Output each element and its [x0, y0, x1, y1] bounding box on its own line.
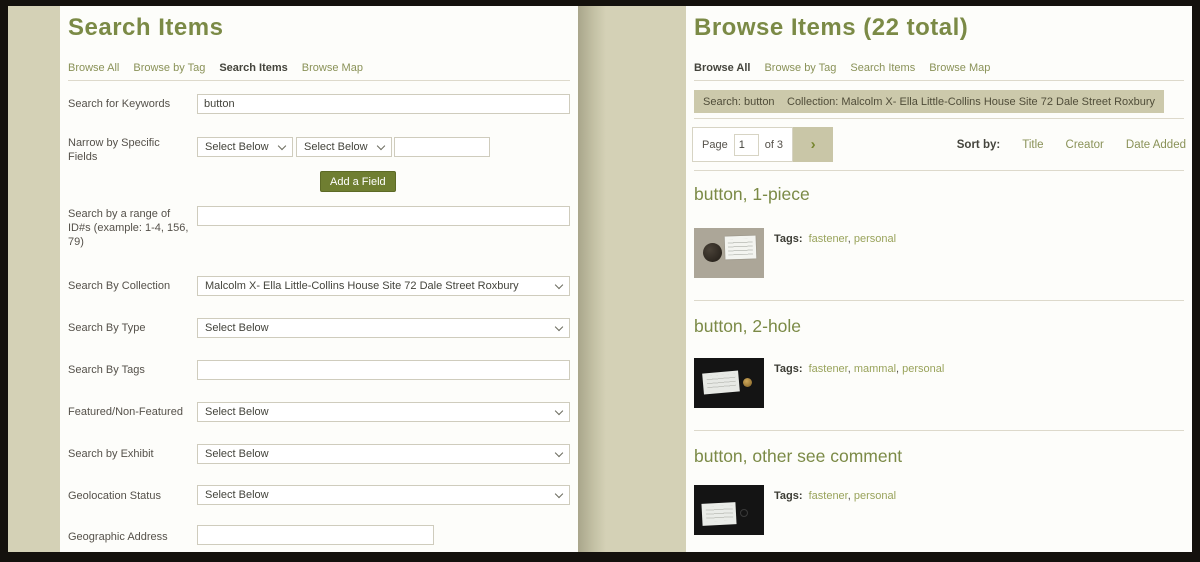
chevron-down-icon [554, 489, 564, 498]
tags-heading: Tags: [774, 233, 803, 245]
items-nav: Browse All Browse by Tag Search Items Br… [694, 62, 990, 74]
nav-browse-map[interactable]: Browse Map [302, 62, 363, 74]
geolocation-label: Geolocation Status [68, 490, 161, 502]
keywords-input[interactable] [197, 94, 570, 114]
search-items-page: Search Items Browse All Browse by Tag Se… [60, 6, 578, 552]
narrow-field-select-value: Select Below [205, 141, 269, 153]
chevron-down-icon [554, 448, 564, 457]
narrow-value-input[interactable] [394, 137, 490, 157]
divider [68, 80, 570, 81]
chevron-down-icon [376, 141, 386, 150]
sort-bar: Sort by: Title Creator Date Added [957, 127, 1186, 162]
item-title-link[interactable]: button, 1-piece [694, 184, 810, 205]
item-thumbnail[interactable] [694, 228, 764, 278]
items-nav: Browse All Browse by Tag Search Items Br… [68, 62, 363, 74]
id-range-label: Search by a range of ID#s (example: 1-4,… [68, 208, 189, 248]
page-title: Browse Items (22 total) [694, 14, 969, 41]
item-thumbnail[interactable] [694, 485, 764, 535]
tag-link[interactable]: mammal [854, 363, 896, 375]
address-input[interactable] [197, 525, 434, 545]
sort-title-link[interactable]: Title [1022, 139, 1043, 151]
featured-select[interactable]: Select Below [197, 402, 570, 422]
exhibit-label: Search by Exhibit [68, 448, 154, 460]
item-title-link[interactable]: button, 2-hole [694, 316, 801, 337]
featured-select-value: Select Below [205, 406, 269, 418]
divider [694, 118, 1184, 119]
add-field-button[interactable]: Add a Field [320, 171, 396, 192]
tags-heading: Tags: [774, 490, 803, 502]
sort-creator-link[interactable]: Creator [1066, 139, 1104, 151]
tag-link[interactable]: personal [854, 490, 896, 502]
divider [694, 80, 1184, 81]
chevron-down-icon [277, 141, 287, 150]
nav-browse-all[interactable]: Browse All [694, 62, 750, 74]
type-select-value: Select Below [205, 322, 269, 334]
id-range-input[interactable] [197, 206, 570, 226]
browser-viewport: Search Items Browse All Browse by Tag Se… [0, 0, 1200, 562]
next-page-button[interactable]: › [793, 127, 834, 162]
exhibit-select-value: Select Below [205, 448, 269, 460]
divider [694, 300, 1184, 301]
page-label: Page [702, 138, 728, 151]
tag-link[interactable]: personal [902, 363, 944, 375]
tag-link[interactable]: fastener [809, 363, 848, 375]
tags-heading: Tags: [774, 363, 803, 375]
nav-browse-by-tag[interactable]: Browse by Tag [764, 62, 836, 74]
geolocation-select-value: Select Below [205, 489, 269, 501]
narrow-fields-label: Narrow by Specific Fields [68, 137, 160, 163]
page-title: Search Items [68, 14, 224, 41]
item-thumbnail[interactable] [694, 358, 764, 408]
address-label: Geographic Address [68, 531, 168, 543]
chevron-down-icon [554, 406, 564, 415]
browse-items-page: Browse Items (22 total) Browse All Brows… [686, 6, 1192, 552]
nav-search-items[interactable]: Search Items [850, 62, 915, 74]
collection-select-value: Malcolm X- Ella Little-Collins House Sit… [205, 280, 519, 292]
button-artifact [703, 243, 722, 262]
tag-link[interactable]: fastener [809, 490, 848, 502]
sort-by-label: Sort by: [956, 138, 1001, 151]
filter-chip-collection: Collection: Malcolm X- Ella Little-Colli… [778, 90, 1165, 113]
tags-label: Search By Tags [68, 364, 145, 376]
type-select[interactable]: Select Below [197, 318, 570, 338]
narrow-condition-select-value: Select Below [304, 141, 368, 153]
pagination: Page of 3 › [692, 127, 834, 162]
collection-label: Search By Collection [68, 280, 171, 292]
tag-link[interactable]: fastener [809, 233, 848, 245]
nav-browse-all[interactable]: Browse All [68, 62, 119, 74]
type-label: Search By Type [68, 322, 146, 334]
divider [694, 170, 1184, 171]
featured-label: Featured/Non-Featured [68, 406, 183, 418]
filter-chip-search: Search: button [694, 90, 784, 113]
chevron-down-icon [554, 280, 564, 289]
nav-search-items[interactable]: Search Items [219, 62, 287, 74]
chevron-down-icon [554, 322, 564, 331]
nav-browse-map[interactable]: Browse Map [929, 62, 990, 74]
page-spine-shadow [578, 6, 606, 552]
narrow-field-select[interactable]: Select Below [197, 137, 293, 157]
collection-select[interactable]: Malcolm X- Ella Little-Collins House Sit… [197, 276, 570, 296]
page-background: Search Items Browse All Browse by Tag Se… [8, 6, 1192, 552]
divider [694, 430, 1184, 431]
item-title-link[interactable]: button, other see comment [694, 446, 902, 467]
geolocation-select[interactable]: Select Below [197, 485, 570, 505]
narrow-condition-select[interactable]: Select Below [296, 137, 392, 157]
keywords-label: Search for Keywords [68, 98, 171, 110]
nav-browse-by-tag[interactable]: Browse by Tag [133, 62, 205, 74]
button-artifact [743, 378, 752, 387]
sort-date-added-link[interactable]: Date Added [1126, 139, 1186, 151]
label-card [701, 502, 737, 526]
page-number-input[interactable] [733, 133, 759, 156]
item-tags: Tags: fastener, mammal, personal [774, 363, 944, 375]
item-tags: Tags: fastener, personal [774, 233, 896, 245]
tags-input[interactable] [197, 360, 570, 380]
item-tags: Tags: fastener, personal [774, 490, 896, 502]
tag-link[interactable]: personal [854, 233, 896, 245]
label-card [702, 370, 740, 395]
chevron-right-icon: › [810, 136, 816, 153]
exhibit-select[interactable]: Select Below [197, 444, 570, 464]
button-artifact [740, 509, 748, 517]
page-of-label: of 3 [764, 138, 784, 151]
label-card [724, 235, 757, 260]
pagination-box: Page of 3 [692, 127, 794, 162]
